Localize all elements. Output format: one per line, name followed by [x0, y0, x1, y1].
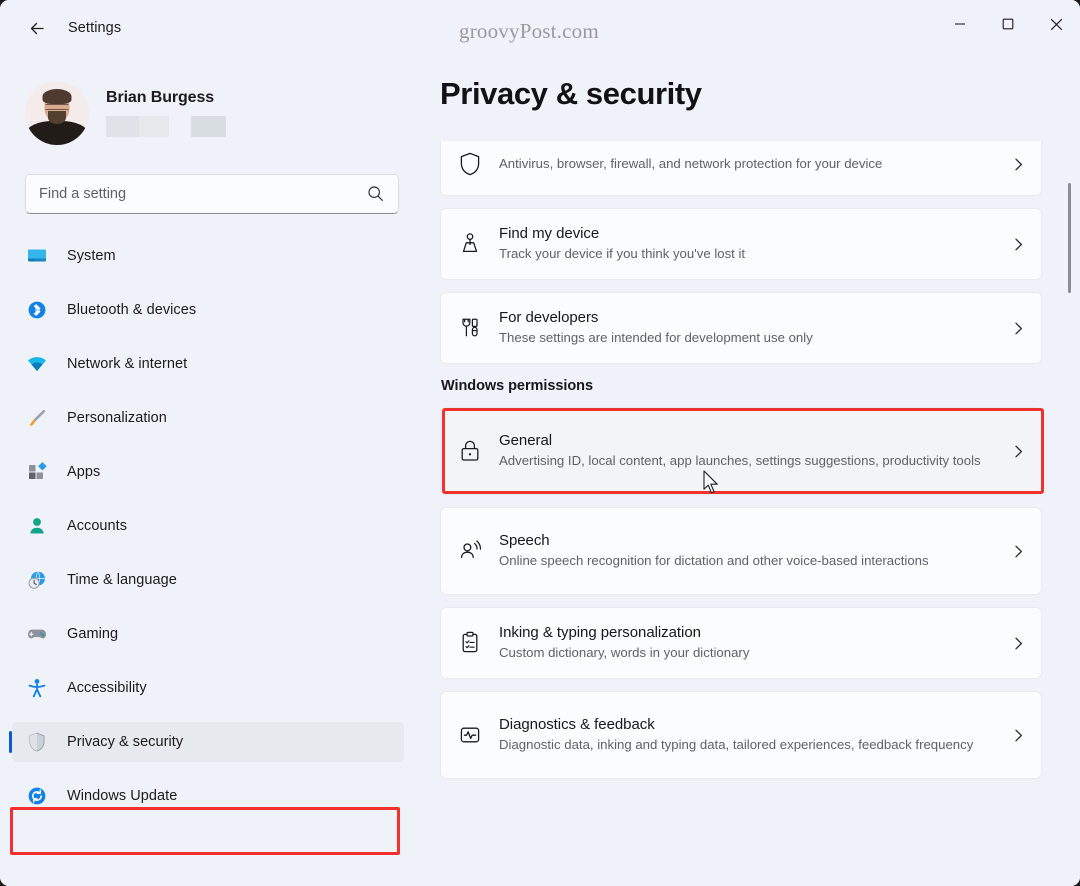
app-title: Settings	[68, 20, 122, 36]
card-subtitle: Advertising ID, local content, app launc…	[499, 453, 981, 469]
back-button[interactable]	[18, 12, 56, 44]
maximize-icon	[1002, 18, 1014, 30]
redacted-account-type	[191, 116, 226, 137]
settings-card-general[interactable]: General Advertising ID, local content, a…	[440, 407, 1044, 495]
sidebar-item-label: Accessibility	[67, 680, 147, 696]
clipboard-icon	[441, 630, 499, 656]
card-subtitle: Antivirus, browser, firewall, and networ…	[499, 156, 883, 172]
close-icon	[1050, 18, 1062, 30]
sidebar-item-apps[interactable]: Apps	[12, 452, 404, 492]
chevron-right-icon	[995, 544, 1041, 559]
brush-icon	[24, 405, 50, 431]
sidebar-item-label: Network & internet	[67, 356, 188, 372]
card-title: For developers	[499, 309, 599, 326]
sidebar-item-label: Privacy & security	[67, 734, 184, 750]
settings-window: Settings groovyPost.com Brian Burgess Fi…	[0, 0, 1080, 886]
watermark: groovyPost.com	[459, 19, 599, 43]
clock-globe-icon	[24, 567, 50, 593]
maximize-button[interactable]	[984, 0, 1032, 48]
accessibility-icon	[24, 675, 50, 701]
find-device-icon	[441, 231, 499, 257]
chevron-right-icon	[995, 237, 1041, 252]
card-subtitle: Online speech recognition for dictation …	[499, 553, 929, 569]
sidebar-item-label: Apps	[67, 464, 101, 480]
lock-icon	[441, 438, 499, 464]
back-arrow-icon	[30, 22, 44, 34]
sidebar-item-privacy-security[interactable]: Privacy & security	[9, 722, 404, 762]
page-title: Privacy & security	[440, 76, 702, 111]
card-title: Inking & typing personalization	[499, 624, 701, 641]
sidebar-item-network-internet[interactable]: Network & internet	[12, 344, 404, 384]
settings-card-speech[interactable]: Speech Online speech recognition for dic…	[440, 507, 1042, 595]
card-title: Diagnostics & feedback	[499, 716, 655, 733]
gamepad-icon	[24, 621, 50, 647]
settings-card-find-my-device[interactable]: Find my device Track your device if you …	[440, 208, 1042, 280]
avatar	[25, 81, 89, 145]
section-header-windows-permissions: Windows permissions	[441, 378, 594, 394]
titlebar: Settings groovyPost.com	[0, 0, 1080, 56]
settings-card-diagnostics-feedback[interactable]: Diagnostics & feedback Diagnostic data, …	[440, 691, 1042, 779]
content-scrollbar[interactable]	[1065, 141, 1074, 886]
close-button[interactable]	[1032, 0, 1080, 48]
sidebar-item-accounts[interactable]: Accounts	[12, 506, 404, 546]
tools-icon	[441, 315, 499, 341]
sidebar-nav: System Bluetooth & devices Network & int…	[0, 236, 420, 816]
sidebar-item-windows-update[interactable]: Windows Update	[12, 776, 404, 816]
sidebar: Brian Burgess Find a setting System Blue…	[0, 56, 420, 886]
sidebar-item-accessibility[interactable]: Accessibility	[12, 668, 404, 708]
sidebar-item-label: Accounts	[67, 518, 128, 534]
redacted-email	[106, 116, 169, 137]
card-subtitle: Track your device if you think you've lo…	[499, 246, 746, 262]
profile-redacted-info	[106, 116, 226, 137]
search-box[interactable]	[25, 174, 399, 214]
minimize-icon	[955, 23, 965, 25]
person-icon	[24, 513, 50, 539]
sidebar-item-time-language[interactable]: Time & language	[12, 560, 404, 600]
sidebar-item-label: System	[67, 248, 116, 264]
chevron-right-icon	[995, 157, 1041, 172]
card-title: General	[499, 432, 553, 449]
settings-card-inking-typing[interactable]: Inking & typing personalization Custom d…	[440, 607, 1042, 679]
monitor-icon	[24, 243, 50, 269]
sidebar-item-label: Personalization	[67, 410, 167, 426]
user-profile[interactable]: Brian Burgess	[25, 81, 420, 145]
card-title: Find my device	[499, 225, 600, 242]
wifi-icon	[24, 351, 50, 377]
card-subtitle: Diagnostic data, inking and typing data,…	[499, 737, 974, 753]
shield-icon	[24, 729, 50, 755]
chevron-right-icon	[995, 444, 1041, 459]
window-controls	[936, 0, 1080, 48]
shield-check-icon	[441, 151, 499, 177]
card-title: Speech	[499, 532, 550, 549]
settings-card-for-developers[interactable]: For developers These settings are intend…	[440, 292, 1042, 364]
content-header: Privacy & security	[420, 56, 1080, 141]
sidebar-item-label: Windows Update	[67, 788, 178, 804]
chevron-right-icon	[995, 728, 1041, 743]
search-input[interactable]	[39, 186, 339, 202]
sidebar-item-bluetooth-devices[interactable]: Bluetooth & devices	[12, 290, 404, 330]
sidebar-item-system[interactable]: System	[12, 236, 404, 276]
apps-icon	[24, 459, 50, 485]
pulse-icon	[441, 722, 499, 748]
sidebar-item-label: Time & language	[67, 572, 177, 588]
speech-icon	[441, 538, 499, 564]
search-icon	[367, 185, 384, 207]
minimize-button[interactable]	[936, 0, 984, 48]
content-area: Antivirus, browser, firewall, and networ…	[420, 0, 1080, 886]
card-subtitle: Custom dictionary, words in your diction…	[499, 645, 750, 661]
sidebar-item-personalization[interactable]: Personalization	[12, 398, 404, 438]
scrollbar-thumb[interactable]	[1068, 183, 1071, 293]
update-icon	[24, 783, 50, 809]
sidebar-item-label: Bluetooth & devices	[67, 302, 197, 318]
sidebar-item-label: Gaming	[67, 626, 119, 642]
settings-card-windows-security[interactable]: Antivirus, browser, firewall, and networ…	[440, 132, 1042, 196]
chevron-right-icon	[995, 321, 1041, 336]
bluetooth-icon	[24, 297, 50, 323]
card-subtitle: These settings are intended for developm…	[499, 330, 813, 346]
sidebar-item-gaming[interactable]: Gaming	[12, 614, 404, 654]
profile-name: Brian Burgess	[106, 89, 215, 106]
chevron-right-icon	[995, 636, 1041, 651]
